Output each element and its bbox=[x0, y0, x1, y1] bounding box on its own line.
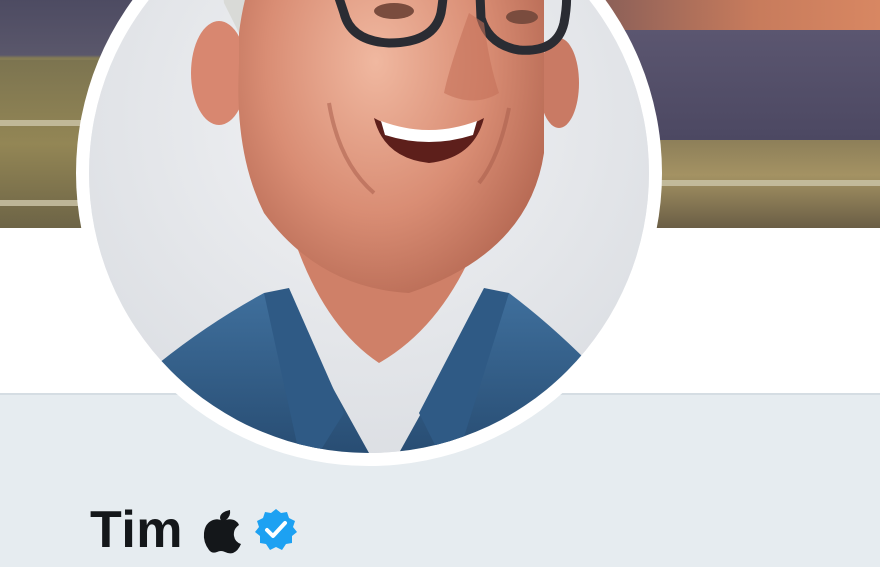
apple-logo-icon bbox=[203, 506, 243, 554]
banner-rail bbox=[640, 180, 880, 186]
verified-badge-icon[interactable] bbox=[253, 507, 299, 553]
profile-name[interactable]: Tim bbox=[90, 504, 183, 556]
profile-name-row: Tim bbox=[90, 498, 299, 562]
